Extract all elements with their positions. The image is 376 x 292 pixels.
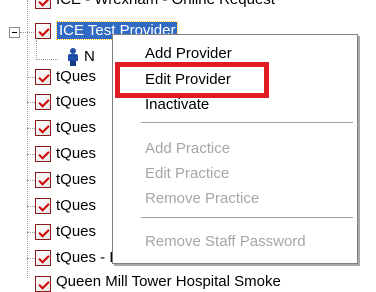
tree-item-child[interactable]: N (84, 48, 95, 65)
tree-line (27, 258, 35, 259)
tree-item[interactable]: tQues (56, 119, 96, 136)
red-check-icon (35, 23, 51, 39)
tree-item[interactable]: tQues (56, 145, 96, 162)
tree-item[interactable]: tQues (56, 223, 96, 240)
tree-item[interactable]: tQues (56, 93, 96, 110)
tree-item[interactable]: tQues (56, 171, 96, 188)
menu-item-label: Remove Staff Password (145, 233, 306, 250)
annotation-highlight-box (115, 62, 269, 98)
red-check-icon (35, 94, 51, 110)
tree-line (27, 180, 35, 181)
menu-item-label: Inactivate (145, 96, 210, 113)
tree-line (27, 232, 35, 233)
menu-item-remove-practice[interactable]: Remove Practice (113, 187, 357, 211)
red-check-icon (35, 224, 51, 240)
red-check-icon (35, 276, 51, 292)
red-check-icon (35, 0, 51, 9)
red-check-icon (35, 250, 51, 266)
menu-item-add-practice[interactable]: Add Practice (113, 137, 357, 161)
tree-line (27, 154, 35, 155)
menu-separator (141, 217, 353, 219)
tree-item[interactable]: tQues (56, 68, 96, 85)
tree-line (36, 40, 37, 60)
tree-item[interactable]: tQues (56, 197, 96, 214)
person-icon (66, 48, 80, 66)
menu-item-label: Add Provider (145, 45, 232, 62)
menu-item-label: Add Practice (145, 140, 231, 157)
menu-separator (141, 122, 353, 124)
menu-item-label: Edit Practice (145, 165, 230, 182)
tree-line (27, 77, 35, 78)
red-check-icon (35, 198, 51, 214)
tree-line (36, 59, 58, 60)
tree-item-bottom[interactable]: Queen Mill Tower Hospital Smoke (56, 273, 281, 290)
tree-line (27, 128, 35, 129)
red-check-icon (35, 146, 51, 162)
menu-item-label: Remove Practice (145, 190, 260, 207)
tree-line (27, 0, 28, 278)
menu-item-remove-staff-password[interactable]: Remove Staff Password (113, 230, 357, 254)
red-check-icon (35, 69, 51, 85)
tree-line (27, 206, 35, 207)
menu-item-edit-practice[interactable]: Edit Practice (113, 162, 357, 186)
red-check-icon (35, 172, 51, 188)
tree-item-top[interactable]: ICE - Wrexham - Online Request (56, 0, 275, 8)
red-check-icon (35, 120, 51, 136)
collapse-icon[interactable] (9, 27, 20, 38)
tree-line (20, 32, 34, 33)
tree-line (27, 102, 35, 103)
